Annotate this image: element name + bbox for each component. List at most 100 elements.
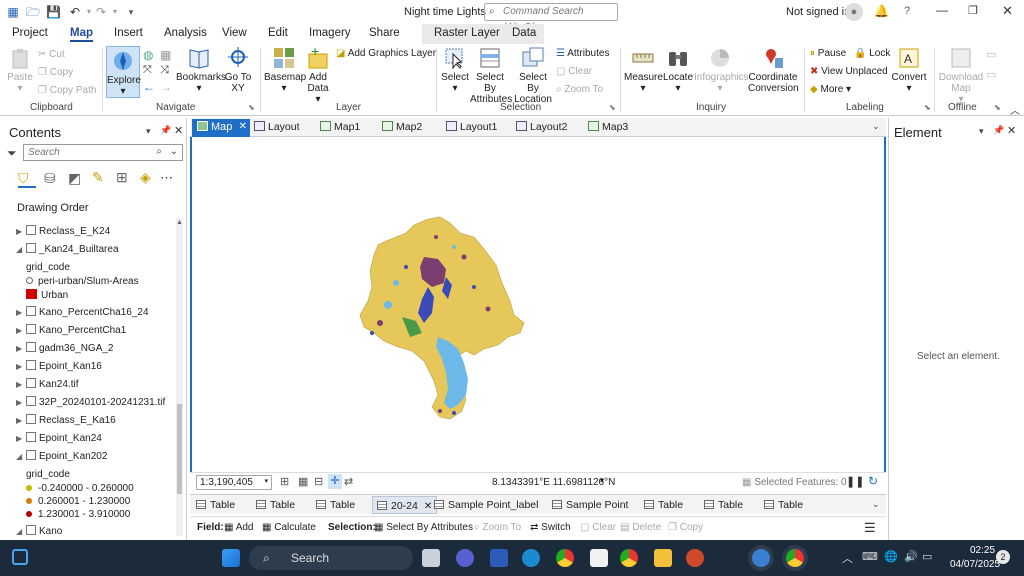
clear-table-selection-button[interactable]: ▢ Clear — [580, 522, 616, 533]
measure-status-icon[interactable]: ⊞ — [280, 475, 289, 488]
labeling-launcher-icon[interactable]: ⬊ — [924, 103, 931, 112]
speaker-icon[interactable]: 🔊 — [904, 550, 918, 563]
undo-icon[interactable]: ↶ — [68, 5, 82, 19]
layer-visibility-checkbox[interactable] — [26, 243, 36, 253]
locate-button[interactable]: Locate ▾ — [662, 46, 694, 94]
clock-time[interactable]: 02:25 — [970, 545, 995, 556]
copy-button[interactable]: ❐ Copy — [668, 522, 703, 533]
widgets-icon[interactable] — [12, 549, 28, 565]
layer-item[interactable]: ▶ 32P_20240101-20241231.tif — [16, 396, 165, 410]
tab-layout1[interactable]: Layout1 — [446, 121, 497, 133]
list-by-selection-icon[interactable]: ◩ — [68, 170, 81, 187]
back-icon[interactable]: ← — [143, 80, 155, 94]
edge-icon[interactable] — [522, 549, 540, 567]
add-data-button[interactable]: + Add Data ▾ — [304, 46, 332, 105]
layer-visibility-checkbox[interactable] — [26, 525, 36, 535]
table-tab[interactable]: Sample Point_label — [434, 499, 538, 511]
select-by-location-button[interactable]: Select By Location — [512, 46, 554, 105]
chevron-up-icon[interactable]: ︿ — [842, 550, 853, 566]
more-options-icon[interactable]: ⋯ — [160, 170, 173, 186]
offline-launcher-icon[interactable]: ⬊ — [994, 103, 1001, 112]
zoom-to-selection-button[interactable]: ⌕ Zoom To — [556, 84, 603, 95]
tab-edit[interactable]: Edit — [268, 27, 288, 39]
selection-launcher-icon[interactable]: ⬊ — [609, 103, 616, 112]
layer-item[interactable]: ◢ _Kan24_Builtarea — [16, 243, 119, 257]
layer-visibility-checkbox[interactable] — [26, 450, 36, 460]
layer-visibility-checkbox[interactable] — [26, 306, 36, 316]
table-tabs-dropdown-icon[interactable]: ⌄ — [872, 499, 880, 510]
tab-map[interactable]: Map — [70, 27, 93, 42]
selected-features-count[interactable]: ▦ Selected Features: 0 — [742, 477, 847, 488]
user-avatar[interactable]: ● — [845, 3, 863, 21]
convert-labels-button[interactable]: A Convert ▾ — [890, 46, 928, 94]
constraints-icon[interactable]: ⇄ — [344, 475, 353, 488]
table-tab[interactable]: Sample Point — [552, 499, 628, 511]
layer-item[interactable]: ▶ Kano_PercentCha1 — [16, 324, 126, 338]
select-button[interactable]: Select ▾ — [440, 46, 470, 94]
bookmarks-button[interactable]: Bookmarks ▾ — [176, 46, 226, 94]
tab-map3[interactable]: Map3 — [588, 121, 628, 133]
file-icon[interactable] — [590, 549, 608, 567]
chrome-icon[interactable] — [556, 549, 574, 567]
table-tab[interactable]: Table — [316, 499, 355, 511]
close-pane-icon[interactable]: ✕ — [174, 124, 183, 137]
layer-item[interactable]: ▶ Kan24.tif — [16, 378, 78, 392]
layer-item[interactable]: ◢ Epoint_Kan202 — [16, 450, 107, 464]
table-tab[interactable]: Table — [764, 499, 803, 511]
coordinate-format-dropdown[interactable]: ▾ — [600, 476, 604, 485]
list-by-editing-icon[interactable]: ✎ — [92, 169, 104, 186]
table-tab-active[interactable]: 20-24 ✕ — [372, 496, 438, 514]
file-explorer-icon[interactable] — [654, 549, 672, 567]
save-icon[interactable]: 💾 — [46, 5, 61, 19]
layer-item[interactable]: ▶ Kano_PercentCha16_24 — [16, 306, 149, 320]
tab-map2[interactable]: Map2 — [382, 121, 422, 133]
more-labeling-button[interactable]: ◆ More ▾ — [810, 84, 851, 95]
zoom-out-icon[interactable]: ⤨ — [160, 64, 169, 77]
tab-data[interactable]: Data — [512, 27, 536, 39]
tab-layout[interactable]: Layout — [254, 121, 300, 133]
sync-icon[interactable]: ▭ — [986, 48, 996, 61]
close-button[interactable]: ✕ — [1002, 3, 1013, 19]
kano-map[interactable] — [192, 137, 884, 472]
globe-icon[interactable]: 🌐 — [884, 550, 898, 563]
explore-button[interactable]: Explore ▾ — [106, 46, 141, 98]
layer-item[interactable]: ▶ Reclass_E_K24 — [16, 225, 110, 239]
chevron-down-icon[interactable]: ⌄ — [170, 146, 178, 157]
full-extent-icon[interactable]: ◍ — [143, 48, 153, 62]
redo-dropdown-icon[interactable]: ▾ — [108, 5, 122, 19]
close-pane-icon[interactable]: ✕ — [1007, 124, 1016, 137]
help-icon[interactable]: ? — [904, 5, 910, 17]
restore-button[interactable]: ❐ — [968, 4, 978, 17]
delete-button[interactable]: ▤ Delete — [620, 522, 661, 533]
tab-layout2[interactable]: Layout2 — [516, 121, 567, 133]
customize-qat-icon[interactable]: ▾ — [124, 5, 138, 19]
select-by-attributes-table-button[interactable]: ▦ Select By Attributes — [374, 522, 473, 533]
go-to-xy-button[interactable]: Go To XY — [224, 46, 252, 94]
pane-options-icon[interactable]: ▾ — [146, 126, 151, 137]
list-by-source-icon[interactable]: ⛁ — [44, 170, 56, 187]
fixed-zoom-icon[interactable]: ▦ — [160, 48, 171, 62]
table-tab[interactable]: Table — [704, 499, 743, 511]
layer-visibility-checkbox[interactable] — [26, 225, 36, 235]
close-tab-icon[interactable]: ✕ — [424, 501, 432, 512]
word-icon[interactable] — [490, 549, 508, 567]
tab-map1[interactable]: Map1 — [320, 121, 360, 133]
table-tab[interactable]: Table — [256, 499, 295, 511]
table-menu-icon[interactable]: ☰ — [864, 520, 876, 536]
calculate-field-button[interactable]: ▦ Calculate — [262, 522, 316, 533]
windows-start-icon[interactable] — [222, 549, 240, 567]
tab-share[interactable]: Share — [369, 27, 400, 39]
task-view-icon[interactable] — [422, 549, 440, 567]
layer-visibility-checkbox[interactable] — [26, 324, 36, 334]
close-tab-icon[interactable]: ✕ — [239, 121, 247, 132]
basemap-button[interactable]: Basemap ▾ — [264, 46, 306, 94]
select-by-attributes-button[interactable]: Select By Attributes — [470, 46, 512, 105]
paste-button[interactable]: Paste ▾ — [6, 48, 34, 94]
grid-icon[interactable]: ▦ — [298, 475, 308, 488]
command-search-input[interactable]: ⌕Command Search (Alt+Q) — [484, 3, 618, 33]
add-graphics-layer-button[interactable]: ◪ Add Graphics Layer — [336, 48, 436, 59]
powerpoint-icon[interactable] — [686, 549, 704, 567]
list-by-drawing-order-icon[interactable]: ⛉ — [18, 170, 36, 188]
infographics-button[interactable]: Infographics ▾ — [694, 46, 748, 94]
tabs-dropdown-icon[interactable]: ⌄ — [872, 121, 880, 132]
